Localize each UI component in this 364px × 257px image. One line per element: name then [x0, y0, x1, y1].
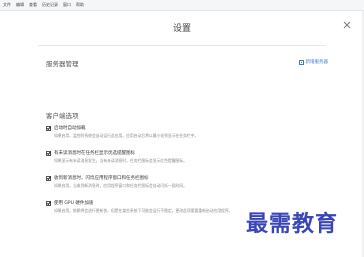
menu-window[interactable]: 窗口	[63, 0, 71, 10]
option-label: 启动时自动加载	[54, 126, 86, 131]
menu-edit[interactable]: 编辑	[16, 0, 24, 10]
dialog-titlebar: 设置	[0, 11, 364, 45]
option-description: 如果启用，监控时系统会自动运行此应用。应用启动后将以最小化到显示在任务栏中。	[54, 133, 199, 138]
menu-help[interactable]: 帮助	[76, 0, 84, 10]
option-auto-start: 启动时自动加载 如果启用，监控时系统会自动运行此应用。应用启动后将以最小化到显示…	[46, 125, 316, 139]
server-section-title: 服务器管理	[46, 60, 79, 68]
add-server-label: 新增服务器	[305, 60, 329, 65]
client-section-title: 客户端选项	[46, 112, 79, 120]
add-server-button[interactable]: 新增服务器	[298, 59, 329, 65]
option-label: 使用 GPU 硬件加速	[54, 201, 94, 206]
add-icon	[298, 59, 304, 65]
auto-start-checkbox[interactable]	[46, 125, 51, 131]
title-divider	[38, 45, 326, 46]
menu-view[interactable]: 查看	[29, 0, 37, 10]
menu-bar: 文件 编辑 查看 历史记录 窗口 帮助	[0, 0, 364, 11]
option-flash-on-message: 收到新消息时，闪烁应用程序窗口和任务栏图标 如果启用，当收到新消息时，应用程序窗…	[46, 175, 316, 189]
gpu-acceleration-checkbox[interactable]	[46, 200, 51, 206]
option-unread-tray-icon: 有未读消息时在任务栏显示优选提醒图标 如果显示有未读消息发生，当有未读消息时，任…	[46, 150, 316, 164]
close-button[interactable]	[342, 20, 352, 30]
menu-history[interactable]: 历史记录	[42, 0, 58, 10]
unread-tray-icon-checkbox[interactable]	[46, 150, 51, 156]
watermark-text: 最需教育	[246, 211, 339, 237]
dialog-title: 设置	[172, 24, 191, 34]
app-window: 文件 编辑 查看 历史记录 窗口 帮助 设置 服务器管理 新增服务器 客户端选项…	[0, 0, 364, 257]
option-description: 如果启用，当收到新消息时，应用程序窗口和任务栏图标会自动闪烁一段时间。	[54, 183, 187, 188]
menu-file[interactable]: 文件	[3, 0, 11, 10]
flash-on-message-checkbox[interactable]	[46, 175, 51, 181]
option-description: 如果显示有未读消息发生，当有未读消息时，任务栏图标会显示红色提醒图标。	[54, 158, 187, 163]
close-icon	[343, 21, 351, 29]
option-label: 有未读消息时在任务栏显示优选提醒图标	[54, 151, 135, 156]
option-label: 收到新消息时，闪烁应用程序窗口和任务栏图标	[54, 176, 149, 181]
